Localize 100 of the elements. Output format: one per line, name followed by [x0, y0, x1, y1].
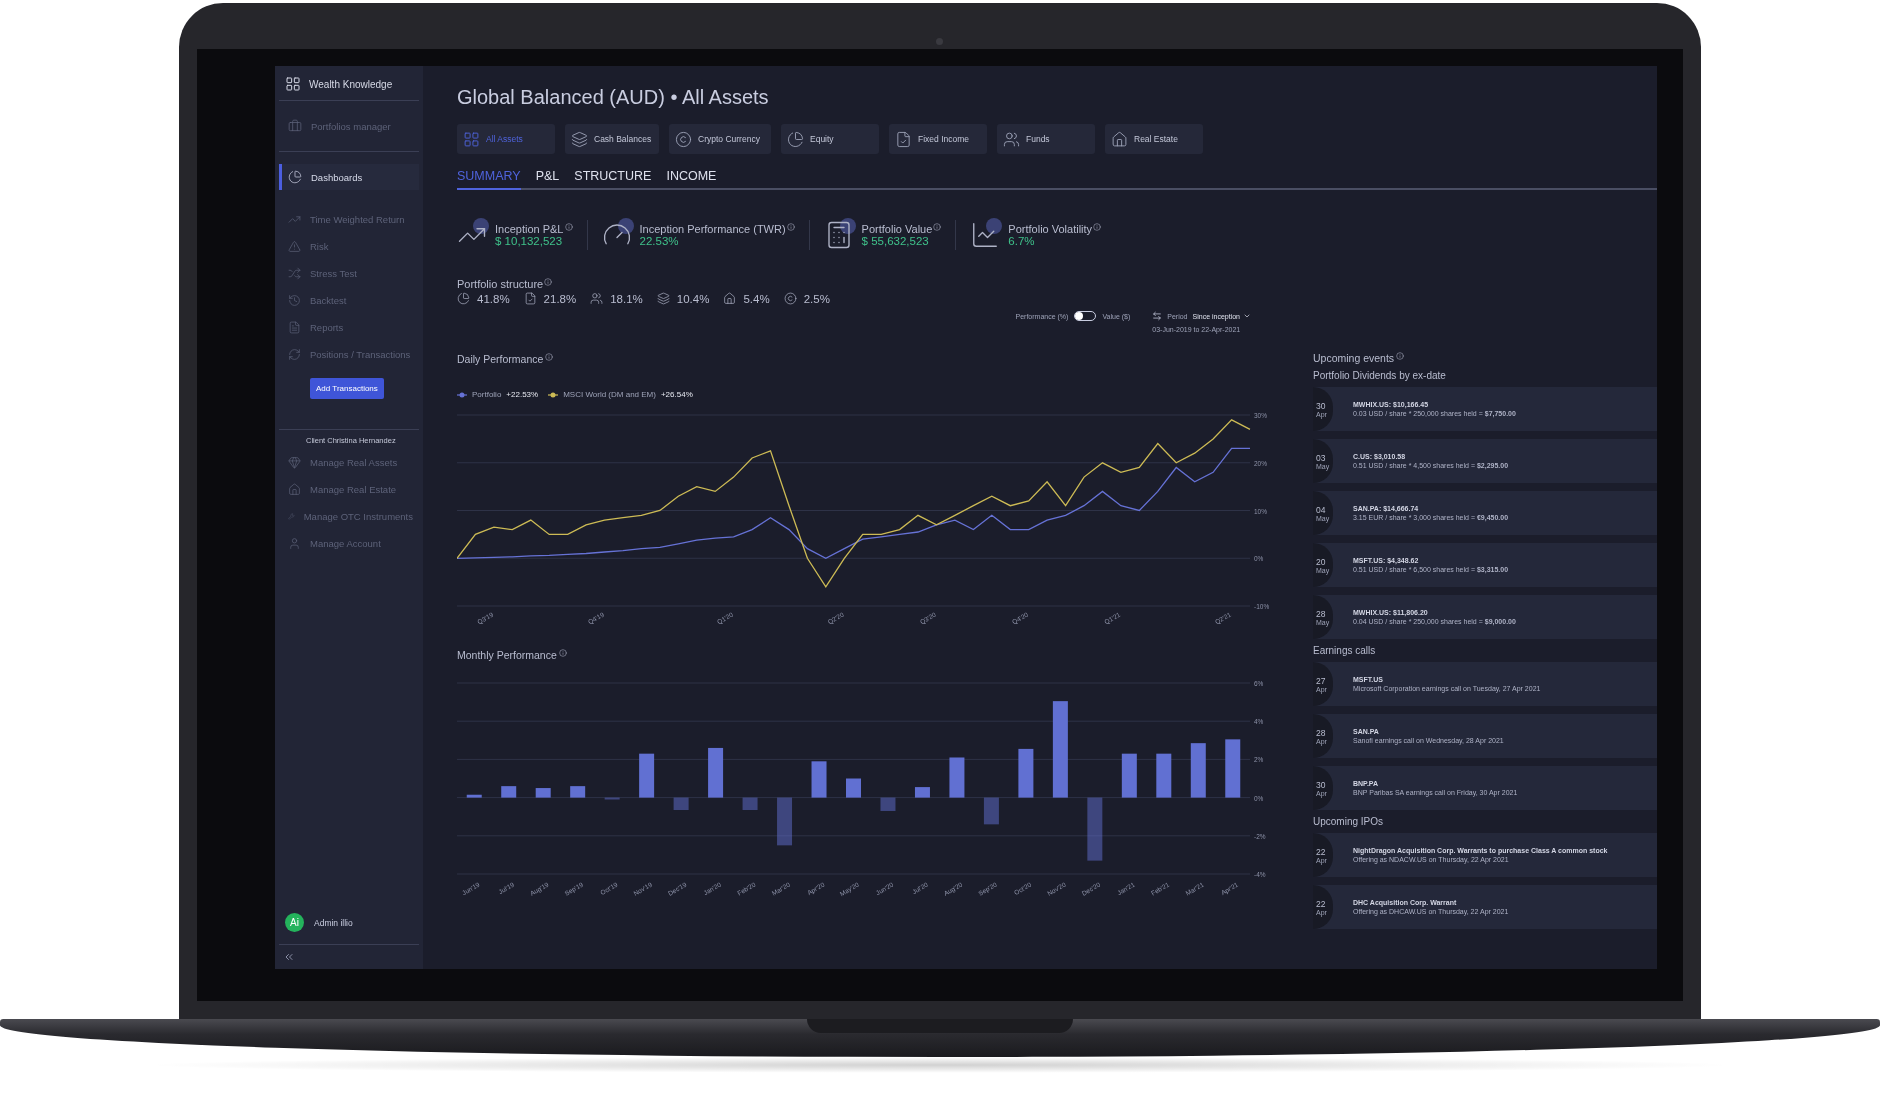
bar [1225, 739, 1241, 798]
kpi-value: 6.7% [1008, 235, 1036, 247]
event-day: 28 [1313, 727, 1326, 738]
event-day: 30 [1313, 779, 1326, 790]
group-title: Earnings calls [1313, 645, 1377, 656]
kpi-value: 22.53% [639, 235, 680, 247]
chart-title: Monthly Performance [457, 649, 557, 661]
nav-icon [288, 483, 301, 496]
legend-value: +26.54% [660, 390, 693, 399]
bar [1156, 753, 1172, 798]
chevron-down-icon [1243, 312, 1251, 320]
logo-icon [285, 76, 301, 92]
asset-icon [656, 292, 670, 305]
asset-icon [787, 130, 804, 148]
asset-icon [1111, 130, 1128, 148]
nav-icon [288, 213, 301, 226]
group-title: Portfolio Dividends by ex-date [1313, 370, 1447, 381]
asset-icon [523, 292, 537, 305]
legend-label: Portfolio [472, 390, 502, 399]
asset-icon [783, 292, 797, 305]
asset-tab[interactable]: Real Estate [1105, 124, 1203, 154]
nav-icon [288, 456, 301, 469]
bar [1121, 753, 1137, 798]
info-icon [544, 278, 553, 286]
bar [501, 786, 517, 798]
user-name: Admin illio [314, 917, 353, 928]
event-day: 22 [1313, 898, 1326, 909]
kpi-label: Inception Performance (TWR) [639, 223, 786, 235]
view-tab[interactable]: P&L [535, 169, 560, 190]
view-tab[interactable]: STRUCTURE [574, 169, 652, 190]
asset-tab[interactable]: Fixed Income [889, 124, 987, 154]
bar [983, 797, 999, 825]
brand-name: Wealth Knowledge [309, 78, 393, 90]
structure-value: 10.4% [676, 292, 710, 305]
bar [1087, 797, 1103, 861]
bar [777, 797, 793, 846]
info-icon [933, 223, 942, 231]
panel-title: Upcoming events [1313, 352, 1395, 364]
asset-tab[interactable]: Funds [997, 124, 1095, 154]
bar [949, 757, 965, 798]
bar [880, 797, 896, 811]
info-icon [558, 649, 567, 657]
bar [639, 753, 655, 798]
nav-icon [288, 537, 301, 550]
bar [742, 797, 758, 810]
bar [1018, 748, 1034, 798]
kpi-icon [970, 220, 1001, 250]
group-title: Upcoming IPOs [1313, 816, 1385, 827]
event-day: 04 [1313, 504, 1326, 515]
structure-value: 21.8% [543, 292, 577, 305]
info-icon [564, 223, 573, 231]
legend-label: MSCI World (DM and EM) [563, 390, 656, 399]
asset-tab[interactable]: Equity [781, 124, 879, 154]
bar [570, 786, 586, 798]
page-title: Global Balanced (AUD) • All Assets [457, 85, 770, 110]
asset-icon [571, 130, 588, 148]
view-tab[interactable]: INCOME [666, 169, 717, 190]
chart-title: Daily Performance [457, 353, 544, 365]
bar [846, 778, 861, 798]
bar [535, 788, 551, 798]
structure-value: 5.4% [743, 292, 770, 305]
kpi-label: Portfolio Volatility [1008, 223, 1093, 235]
event-day: 27 [1313, 675, 1326, 686]
bar [1190, 743, 1206, 798]
nav-icon [288, 119, 302, 133]
bar [914, 787, 930, 798]
bar [811, 761, 827, 798]
kpi-value: $ 55,632,523 [861, 235, 930, 247]
bar [673, 797, 689, 810]
structure-value: 41.8% [477, 292, 510, 305]
asset-tab[interactable]: Cash Balances [565, 124, 659, 154]
structure-value: 2.5% [803, 292, 830, 305]
nav-icon [288, 294, 301, 307]
kpi-value: $ 10,132,523 [495, 235, 564, 247]
asset-icon [1003, 130, 1020, 148]
nav-icon [288, 348, 301, 361]
add-transactions-button[interactable]: Add Transactions [310, 378, 384, 399]
event-day: 28 [1313, 608, 1326, 619]
kpi-label: Portfolio Value [861, 223, 933, 235]
nav-icon [288, 170, 302, 184]
bar [466, 794, 482, 798]
event-day: 03 [1313, 452, 1326, 463]
period-icon [1152, 311, 1163, 321]
bar [604, 797, 620, 800]
info-icon [545, 353, 554, 361]
section-title: Portfolio structure [457, 278, 544, 290]
kpi-label: Inception P&L [495, 223, 564, 235]
asset-icon [457, 292, 470, 305]
asset-icon [675, 130, 692, 148]
info-icon [1396, 352, 1405, 360]
nav-item[interactable]: Dashboards [279, 164, 419, 190]
asset-icon [463, 130, 480, 148]
legend-value: +22.53% [506, 390, 539, 399]
event-day: 22 [1313, 846, 1326, 857]
asset-icon [895, 130, 912, 148]
collapse-icon [283, 951, 295, 963]
event-day: 30 [1313, 400, 1326, 411]
nav-icon [288, 240, 301, 253]
asset-tab[interactable]: Crypto Currency [669, 124, 771, 154]
bar [708, 747, 724, 798]
